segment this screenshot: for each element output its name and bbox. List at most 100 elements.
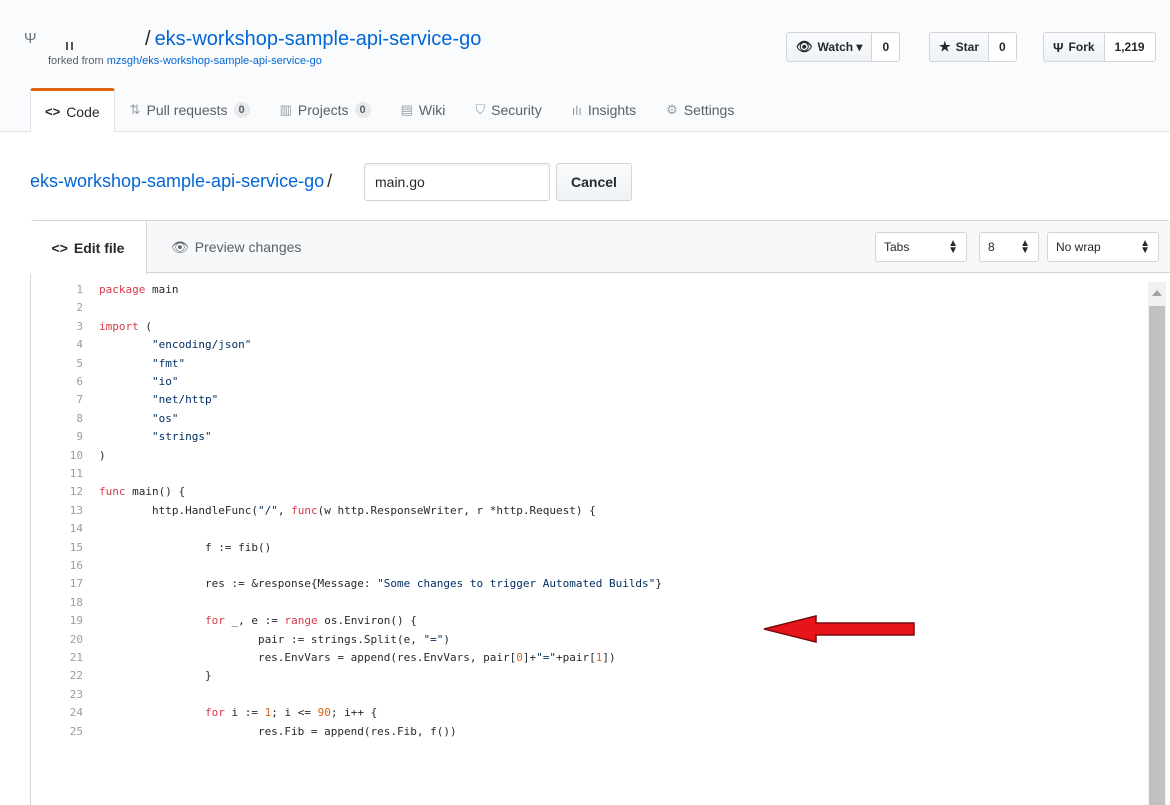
tab-edit-file[interactable]: <> Edit file	[30, 221, 147, 274]
indent-size-select[interactable]: 8 ▲ ▼	[979, 232, 1039, 262]
line-number: 19	[69, 614, 83, 628]
line-number: 22	[69, 669, 83, 683]
line-number: 1	[76, 283, 83, 296]
code-text[interactable]: "io"	[99, 373, 179, 391]
editor-scrollbar[interactable]	[1148, 282, 1166, 805]
eye-icon: 👁	[796, 39, 813, 54]
fork-count[interactable]: 1,219	[1104, 32, 1156, 62]
code-text[interactable]: }	[99, 667, 212, 685]
tab-preview-changes[interactable]: 👁 Preview changes	[171, 221, 301, 273]
code-text[interactable]: res := &response{Message: "Some changes …	[99, 575, 662, 593]
pull-requests-counter: 0	[233, 102, 250, 118]
code-text[interactable]: "os"	[99, 410, 179, 428]
code-line[interactable]: 9 "strings"	[31, 428, 1139, 446]
repo-name-link[interactable]: eks-workshop-sample-api-service-go	[155, 28, 482, 50]
line-number: 10	[69, 448, 83, 462]
code-line[interactable]: 22 }	[31, 667, 1139, 685]
tab-settings[interactable]: ⚙ Settings	[651, 88, 749, 132]
tab-edit-file-label: Edit file	[73, 239, 125, 256]
tab-wiki[interactable]: ▤ Wiki	[386, 88, 461, 132]
code-line[interactable]: 19 for _, e := range os.Environ() {	[31, 612, 1139, 630]
watch-group: 👁 Watch ▾ 0	[786, 32, 901, 62]
code-line[interactable]: 17 res := &response{Message: "Some chang…	[31, 575, 1139, 593]
code-line[interactable]: 14	[31, 520, 1139, 538]
code-line[interactable]: 2	[31, 299, 1139, 317]
code-line[interactable]: 3 import (	[31, 318, 1139, 336]
code-line[interactable]: 12 func main() {	[31, 483, 1139, 501]
scroll-up-icon[interactable]	[1152, 290, 1162, 296]
project-icon: ▥	[279, 102, 292, 117]
fork-button[interactable]: Ψ Fork	[1043, 32, 1105, 62]
code-line[interactable]: 21 res.EnvVars = append(res.EnvVars, pai…	[31, 649, 1139, 667]
code-text[interactable]: pair := strings.Split(e, "=")	[99, 631, 450, 649]
code-line[interactable]: 15 f := fib()	[31, 539, 1139, 557]
line-number: 23	[69, 687, 83, 701]
owner-name-redacted[interactable]	[66, 42, 74, 50]
line-number: 9	[76, 430, 83, 444]
code-line[interactable]: 4 "encoding/json"	[31, 336, 1139, 354]
code-text[interactable]: package main	[99, 281, 178, 299]
code-line[interactable]: 5 "fmt"	[31, 355, 1139, 373]
breadcrumb-repo-link[interactable]: eks-workshop-sample-api-service-go	[30, 171, 324, 191]
eye-icon: 👁	[171, 238, 189, 255]
code-text[interactable]: for _, e := range os.Environ() {	[99, 612, 417, 630]
repo-title: / eks-workshop-sample-api-service-go	[145, 28, 481, 51]
tab-insights[interactable]: ılı Insights	[557, 88, 651, 132]
code-line[interactable]: 11	[31, 465, 1139, 483]
line-number: 25	[69, 724, 83, 738]
code-text[interactable]: res.Fib = append(res.Fib, f())	[99, 723, 457, 741]
scrollbar-thumb[interactable]	[1149, 306, 1165, 805]
code-text[interactable]: "net/http"	[99, 391, 218, 409]
code-editor[interactable]: 1 package main 2 3 import (4 "encoding/json"…	[31, 273, 1139, 805]
line-number: 17	[69, 577, 83, 591]
code-text[interactable]: res.EnvVars = append(res.EnvVars, pair[0…	[99, 649, 616, 667]
shield-icon: ⛉	[475, 102, 486, 117]
editor-toolbar: <> Edit file 👁 Preview changes Tabs ▲ ▼ 8 ▲…	[30, 221, 1170, 274]
forked-from: forked from mzsgh/eks-workshop-sample-ap…	[48, 55, 322, 67]
code-text[interactable]: )	[99, 447, 106, 465]
star-button[interactable]: ★ Star	[929, 32, 989, 62]
watch-count[interactable]: 0	[872, 32, 901, 62]
code-line[interactable]: 6 "io"	[31, 373, 1139, 391]
gear-icon: ⚙	[666, 102, 678, 117]
code-line[interactable]: 1 package main	[31, 281, 1139, 299]
star-count[interactable]: 0	[989, 32, 1017, 62]
code-text[interactable]: http.HandleFunc("/", func(w http.Respons…	[99, 502, 596, 520]
code-text[interactable]: "encoding/json"	[99, 336, 251, 354]
code-text[interactable]: import (	[99, 318, 152, 336]
code-line[interactable]: 23	[31, 686, 1139, 704]
code-text[interactable]: for i := 1; i <= 90; i++ {	[99, 704, 377, 722]
code-text[interactable]: "fmt"	[99, 355, 185, 373]
breadcrumb: eks-workshop-sample-api-service-go /	[30, 171, 332, 192]
code-line[interactable]: 24 for i := 1; i <= 90; i++ {	[31, 704, 1139, 722]
graph-icon: ılı	[571, 102, 582, 118]
select-arrows-icon: ▲ ▼	[1020, 238, 1030, 256]
filename-input[interactable]	[364, 163, 550, 201]
code-line[interactable]: 13 http.HandleFunc("/", func(w http.Resp…	[31, 502, 1139, 520]
code-text[interactable]: f := fib()	[99, 539, 271, 557]
line-number: 11	[69, 467, 83, 480]
fork-group: Ψ Fork 1,219	[1043, 32, 1156, 62]
code-line[interactable]: 10)	[31, 447, 1139, 465]
code-line[interactable]: 25 res.Fib = append(res.Fib, f())	[31, 723, 1139, 741]
tab-code[interactable]: <> Code	[30, 88, 115, 133]
tab-security[interactable]: ⛉ Security	[460, 88, 556, 132]
watch-button[interactable]: 👁 Watch ▾	[786, 32, 873, 62]
tab-projects[interactable]: ▥ Projects 0	[265, 88, 386, 132]
forked-from-link[interactable]: mzsgh/eks-workshop-sample-api-service-go	[107, 55, 322, 67]
code-text[interactable]: "strings"	[99, 428, 212, 446]
code-line[interactable]: 18	[31, 594, 1139, 612]
code-line[interactable]: 8 "os"	[31, 410, 1139, 428]
cancel-button[interactable]: Cancel	[556, 163, 632, 201]
tab-wiki-label: Wiki	[418, 102, 446, 118]
code-line[interactable]: 7 "net/http"	[31, 391, 1139, 409]
code-line[interactable]: 20 pair := strings.Split(e, "=")	[31, 631, 1139, 649]
repo-header: Ψ / eks-workshop-sample-api-service-go fo…	[0, 0, 1170, 133]
code-line[interactable]: 16	[31, 557, 1139, 575]
watch-label: Watch ▾	[817, 40, 863, 54]
line-number: 2	[76, 301, 83, 315]
indent-mode-select[interactable]: Tabs ▲ ▼	[875, 232, 967, 262]
wrap-mode-select[interactable]: No wrap ▲ ▼	[1047, 232, 1159, 262]
tab-pull-requests[interactable]: ⇅ Pull requests 0	[115, 88, 265, 132]
code-text[interactable]: func main() {	[99, 483, 185, 501]
